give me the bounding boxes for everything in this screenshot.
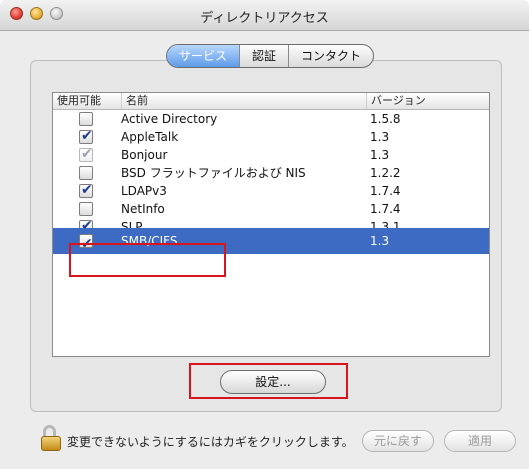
service-row[interactable]: AppleTalk 1.3 (53, 127, 489, 146)
service-row[interactable]: SLP 1.3.1 (53, 218, 489, 228)
enable-checkbox (79, 145, 93, 163)
enable-checkbox[interactable] (79, 218, 93, 228)
service-name: Bonjour (121, 148, 168, 162)
highlight-box-row (69, 243, 226, 277)
revert-button[interactable]: 元に戻す (362, 430, 434, 452)
service-version: 1.2.2 (370, 166, 401, 180)
directory-access-window: ディレクトリアクセス サービス 認証 コンタクト 使用可能 名前 バージョン A… (0, 0, 529, 469)
enable-checkbox[interactable] (79, 166, 93, 180)
service-name: SLP (121, 220, 143, 228)
service-row[interactable]: Bonjour 1.3 (53, 145, 489, 164)
lock-icon[interactable] (41, 425, 61, 451)
service-version: 1.3 (370, 130, 390, 144)
enable-checkbox[interactable] (79, 202, 93, 216)
service-name: BSD フラットファイルおよび NIS (121, 166, 306, 180)
service-version: 1.5.8 (370, 112, 401, 126)
tab-authentication[interactable]: 認証 (240, 45, 290, 67)
window-title: ディレクトリアクセス (200, 11, 329, 26)
list-header: 使用可能 名前 バージョン (53, 93, 489, 110)
service-row[interactable]: NetInfo 1.7.4 (53, 200, 489, 218)
service-row[interactable]: BSD フラットファイルおよび NIS 1.2.2 (53, 164, 489, 182)
service-version: 1.3 (370, 234, 390, 248)
service-version: 1.7.4 (370, 184, 401, 198)
service-name: AppleTalk (121, 130, 179, 144)
enable-checkbox[interactable] (79, 127, 93, 145)
title-bar: ディレクトリアクセス (0, 0, 529, 31)
service-row[interactable]: Active Directory 1.5.8 (53, 110, 489, 128)
enable-checkbox[interactable] (79, 112, 93, 126)
enable-checkbox[interactable] (79, 181, 93, 199)
tab-bar: サービス 認証 コンタクト (166, 44, 375, 68)
tab-contacts[interactable]: コンタクト (289, 45, 373, 67)
lock-message: 変更できないようにするにはカギをクリックします。 (67, 435, 354, 449)
highlight-box-button (189, 363, 348, 399)
service-row[interactable]: LDAPv3 1.7.4 (53, 181, 489, 200)
tab-services[interactable]: サービス (167, 45, 241, 67)
column-header-name[interactable]: 名前 (121, 93, 366, 109)
service-version: 1.3 (370, 148, 390, 162)
service-name: NetInfo (121, 202, 165, 216)
column-header-version[interactable]: バージョン (366, 93, 489, 109)
service-name: Active Directory (121, 112, 218, 126)
apply-button[interactable]: 適用 (444, 430, 516, 452)
services-list[interactable]: 使用可能 名前 バージョン Active Directory 1.5.8 App… (52, 92, 490, 357)
service-version: 1.7.4 (370, 202, 401, 216)
column-header-enabled[interactable]: 使用可能 (57, 93, 121, 109)
service-version: 1.3.1 (370, 220, 401, 228)
service-name: LDAPv3 (121, 184, 167, 198)
